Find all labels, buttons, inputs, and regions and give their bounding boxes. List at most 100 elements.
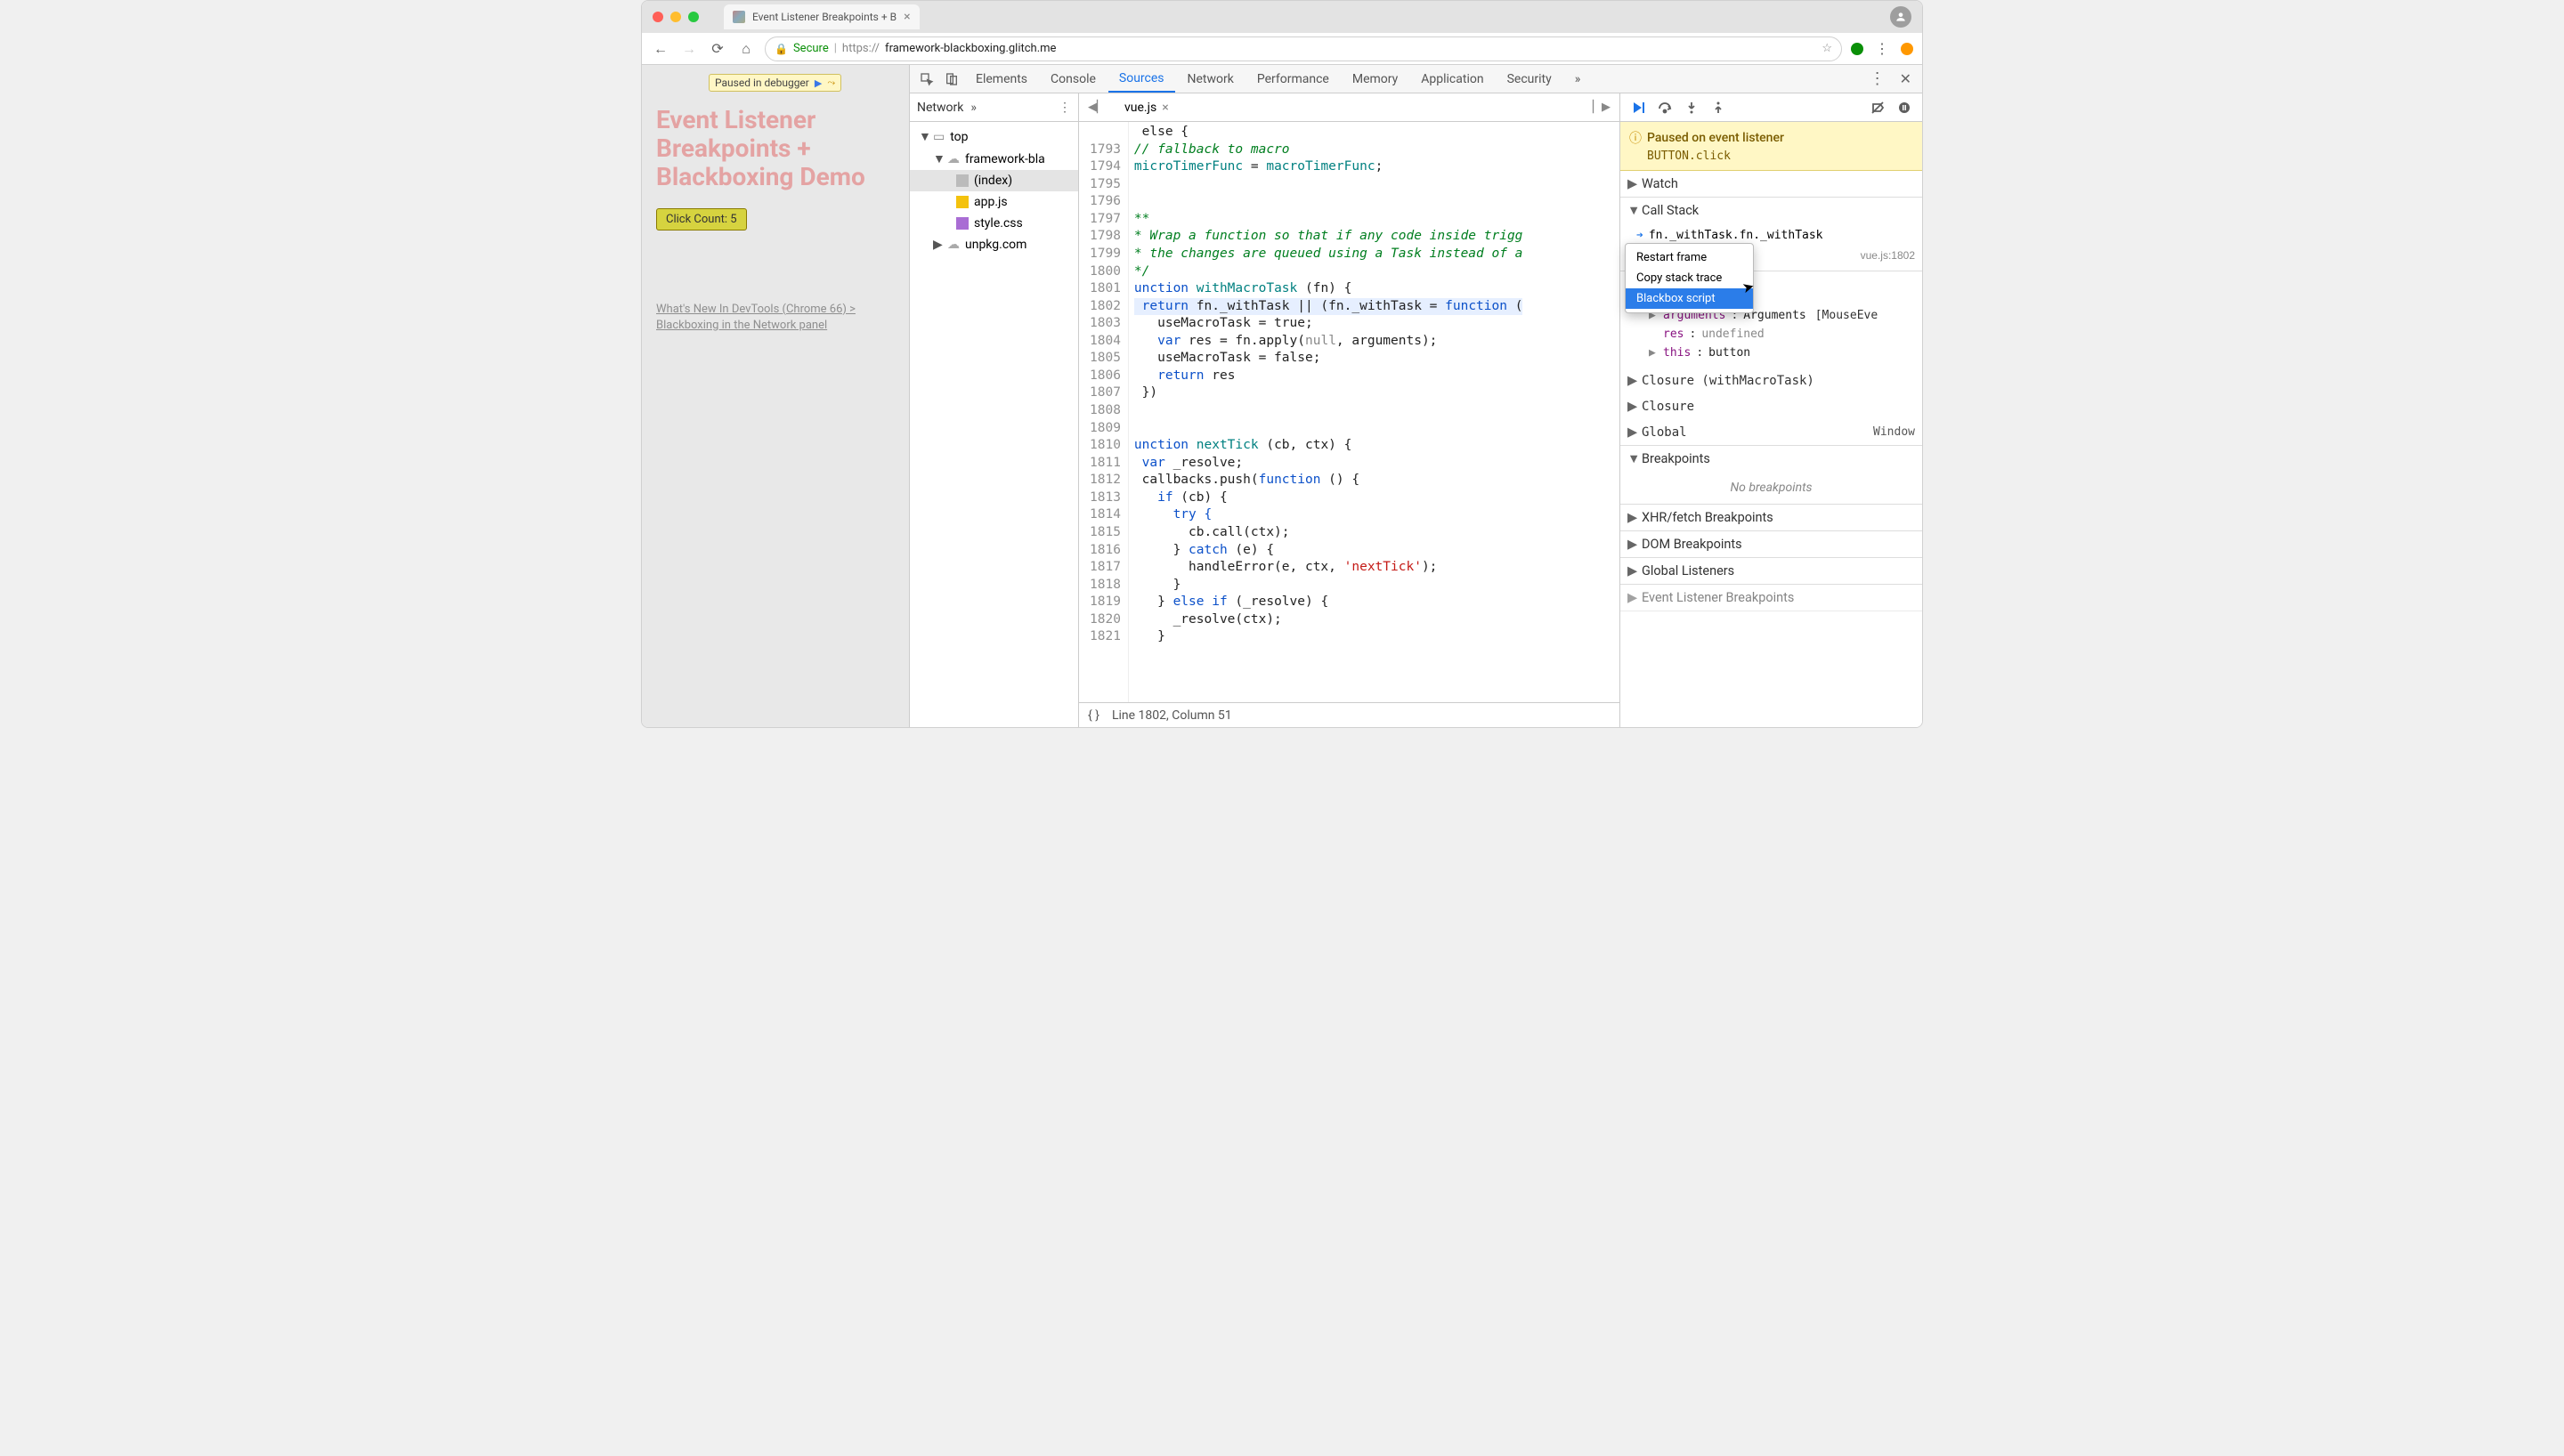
css-file-icon: [956, 217, 969, 230]
chevron-right-icon: ▶: [933, 238, 942, 252]
devtools-close-icon[interactable]: ✕: [1895, 70, 1917, 87]
editor-panel: ◀▏ vue.js × ▏▶ 1793 1794 1795 1796 1797 …: [1079, 93, 1619, 727]
tree-file-stylecss[interactable]: style.css: [910, 213, 1078, 234]
editor-filename: vue.js: [1124, 101, 1156, 115]
tab-title: Event Listener Breakpoints + B: [752, 11, 897, 23]
tab-sources[interactable]: Sources: [1108, 66, 1175, 93]
section-scope-closure2[interactable]: ▶Closure: [1620, 393, 1922, 419]
pause-on-exceptions-button[interactable]: [1892, 96, 1917, 119]
editor-nav-back-icon[interactable]: ◀▏: [1084, 101, 1109, 114]
navigator-tab[interactable]: Network: [917, 101, 963, 115]
menu-button[interactable]: ⋮: [1872, 39, 1892, 59]
pause-banner: ⓘ Paused on event listener BUTTON.click: [1620, 122, 1922, 171]
tab-network[interactable]: Network: [1177, 67, 1245, 92]
current-frame-icon: ➔: [1636, 229, 1643, 242]
tab-memory[interactable]: Memory: [1342, 67, 1408, 92]
cloud-icon: ☁: [947, 152, 960, 166]
tab-elements[interactable]: Elements: [965, 67, 1038, 92]
forward-button[interactable]: →: [679, 39, 699, 59]
no-breakpoints-label: No breakpoints: [1620, 472, 1922, 504]
tabs-overflow-icon[interactable]: »: [1564, 67, 1592, 92]
ctx-blackbox-script[interactable]: Blackbox script: [1626, 288, 1753, 309]
paused-overlay-text: Paused in debugger: [715, 77, 809, 89]
code-editor[interactable]: 1793 1794 1795 1796 1797 1798 1799 1800 …: [1079, 122, 1619, 702]
section-event-listener-breakpoints[interactable]: ▶Event Listener Breakpoints: [1620, 585, 1922, 611]
inspect-element-icon[interactable]: [915, 68, 938, 91]
devtools-menu-icon[interactable]: ⋮: [1862, 69, 1893, 88]
secure-label: Secure: [793, 42, 829, 55]
tab-application[interactable]: Application: [1410, 67, 1494, 92]
stack-frame-location[interactable]: vue.js:1802: [1861, 249, 1915, 262]
tree-file-appjs[interactable]: app.js: [910, 191, 1078, 213]
scope-this[interactable]: ▶ this: button: [1626, 344, 1917, 362]
section-global-listeners[interactable]: ▶Global Listeners: [1620, 558, 1922, 584]
page-article-link[interactable]: What's New In DevTools (Chrome 66) > Bla…: [656, 302, 895, 334]
address-bar[interactable]: 🔒 Secure | https://framework-blackboxing…: [765, 36, 1842, 61]
ctx-restart-frame[interactable]: Restart frame: [1626, 247, 1753, 268]
browser-tab[interactable]: Event Listener Breakpoints + B ×: [724, 4, 920, 29]
tree-label: app.js: [974, 195, 1008, 209]
section-scope-global[interactable]: ▶Global Window: [1620, 419, 1922, 445]
tree-label: framework-bla: [965, 152, 1045, 166]
page-heading: Event Listener Breakpoints + Blackboxing…: [656, 106, 895, 192]
close-tab-icon[interactable]: ×: [904, 10, 910, 24]
bookmark-star-icon[interactable]: ☆: [1822, 42, 1832, 55]
debugger-controls: [1620, 93, 1922, 122]
home-button[interactable]: ⌂: [736, 39, 756, 59]
stack-frame-name: fn._withTask.fn._withTask: [1649, 229, 1823, 242]
step-over-button[interactable]: [1652, 96, 1677, 119]
brackets-icon[interactable]: { }: [1088, 708, 1099, 723]
pause-target: BUTTON.click: [1629, 150, 1913, 163]
step-icon[interactable]: ⤳: [827, 77, 835, 89]
tree-label: style.css: [974, 216, 1023, 231]
tree-domain-1[interactable]: ▼ ☁ framework-bla: [910, 148, 1078, 170]
maximize-window-button[interactable]: [688, 12, 699, 22]
minimize-window-button[interactable]: [670, 12, 681, 22]
extension-icon-1[interactable]: [1851, 43, 1863, 55]
code-body: else { // fallback to macro microTimerFu…: [1129, 122, 1523, 702]
reload-button[interactable]: ⟳: [708, 39, 727, 59]
section-watch[interactable]: ▶Watch: [1620, 171, 1922, 197]
chevron-down-icon: ▼: [933, 151, 942, 166]
resume-icon[interactable]: ▶: [815, 77, 822, 89]
pause-reason: Paused on event listener: [1647, 131, 1784, 145]
step-into-button[interactable]: [1679, 96, 1704, 119]
favicon-icon: [733, 11, 745, 23]
cursor-position: Line 1802, Column 51: [1112, 708, 1232, 723]
tab-console[interactable]: Console: [1040, 67, 1107, 92]
tab-security[interactable]: Security: [1497, 67, 1562, 92]
lock-icon: 🔒: [775, 43, 788, 55]
navigator-more-icon[interactable]: ⋮: [1059, 101, 1071, 115]
device-toolbar-icon[interactable]: [940, 68, 963, 91]
back-button[interactable]: ←: [651, 39, 670, 59]
section-callstack[interactable]: ▼Call Stack: [1620, 198, 1922, 223]
tree-domain-2[interactable]: ▶ ☁ unpkg.com: [910, 234, 1078, 255]
editor-file-tab[interactable]: vue.js ×: [1116, 98, 1177, 117]
close-window-button[interactable]: [653, 12, 663, 22]
paused-overlay: Paused in debugger ▶ ⤳: [709, 74, 841, 92]
chevron-down-icon: ▼: [919, 129, 928, 144]
deactivate-breakpoints-button[interactable]: [1865, 96, 1890, 119]
info-icon: ⓘ: [1629, 129, 1642, 147]
section-dom-breakpoints[interactable]: ▶DOM Breakpoints: [1620, 531, 1922, 557]
navbar: ← → ⟳ ⌂ 🔒 Secure | https://framework-bla…: [642, 33, 1922, 65]
url-protocol: https://: [842, 42, 880, 55]
close-file-icon[interactable]: ×: [1162, 101, 1168, 115]
profile-avatar[interactable]: [1890, 6, 1911, 28]
section-breakpoints[interactable]: ▼Breakpoints: [1620, 446, 1922, 472]
tree-top[interactable]: ▼ ▭ top: [910, 125, 1078, 148]
click-count-button[interactable]: Click Count: 5: [656, 208, 747, 231]
tree-label: top: [950, 130, 968, 144]
notification-icon[interactable]: [1901, 43, 1913, 55]
resume-button[interactable]: [1626, 96, 1651, 119]
navigator-overflow-icon[interactable]: »: [970, 101, 977, 115]
ctx-copy-stack-trace[interactable]: Copy stack trace: [1626, 268, 1753, 288]
navigator-panel: Network » ⋮ ▼ ▭ top ▼ ☁ framewo: [910, 93, 1079, 727]
tree-file-index[interactable]: (index): [910, 170, 1078, 191]
section-scope-closure1[interactable]: ▶Closure (withMacroTask): [1620, 368, 1922, 393]
scope-res[interactable]: res: undefined: [1626, 325, 1917, 344]
step-out-button[interactable]: [1706, 96, 1731, 119]
section-xhr-breakpoints[interactable]: ▶XHR/fetch Breakpoints: [1620, 505, 1922, 530]
tab-performance[interactable]: Performance: [1246, 67, 1340, 92]
editor-nav-forward-icon[interactable]: ▏▶: [1589, 101, 1614, 114]
